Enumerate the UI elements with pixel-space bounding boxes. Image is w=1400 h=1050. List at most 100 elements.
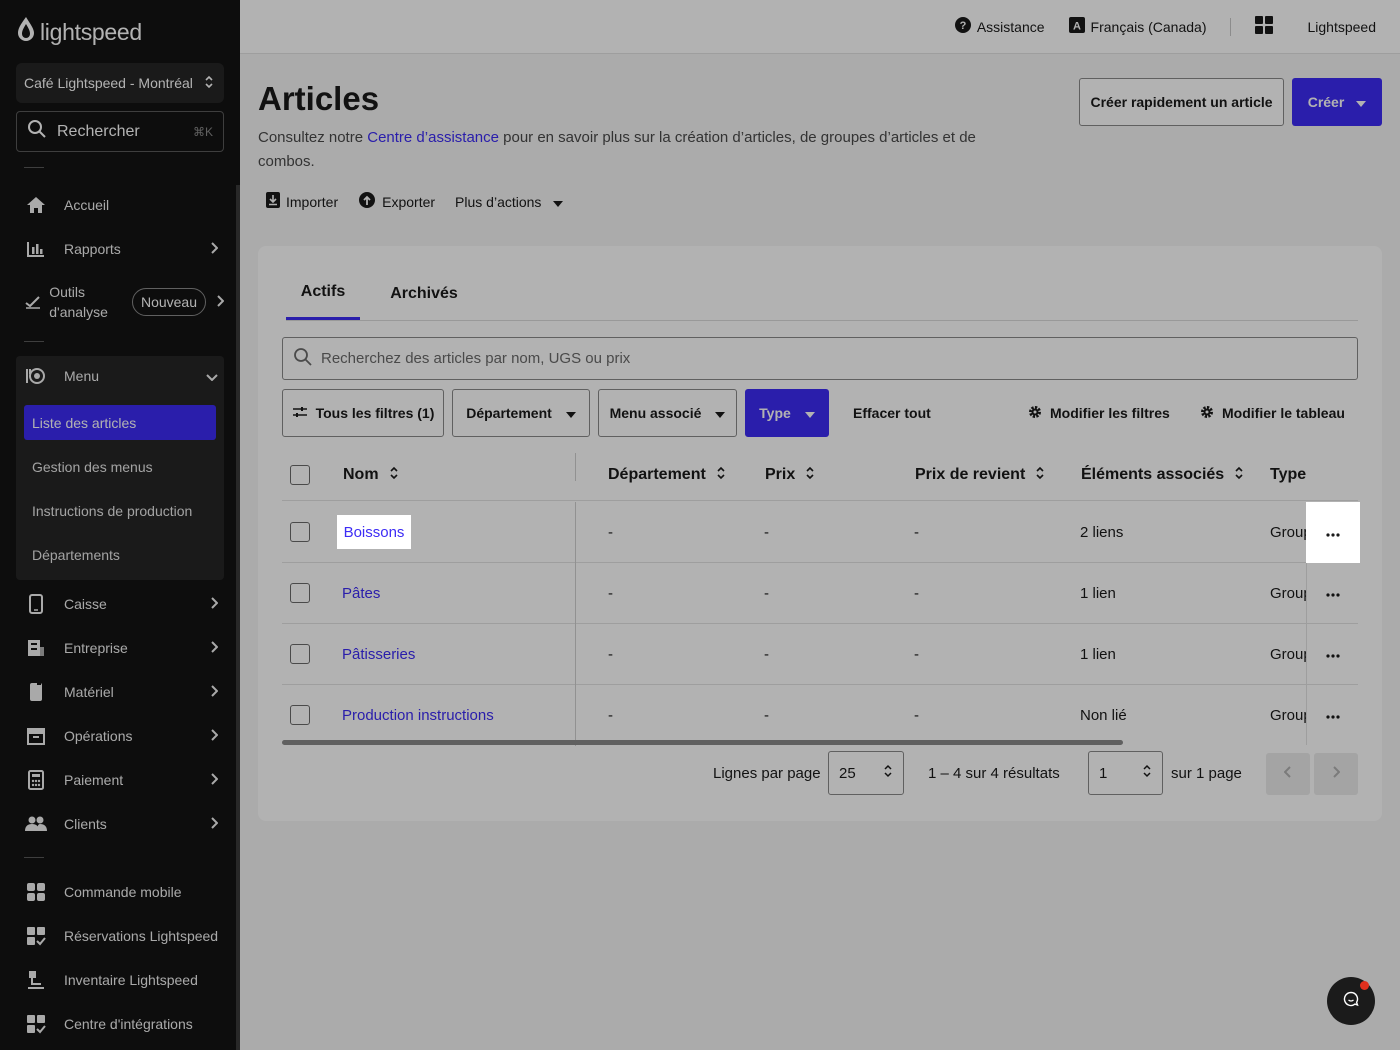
row-checkbox[interactable] [290, 502, 310, 562]
col-type[interactable]: Type [1270, 449, 1306, 501]
sidebar-sub-departments[interactable]: Départements [24, 537, 216, 572]
edit-table-button[interactable]: Modifier le tableau [1200, 389, 1345, 437]
checkbox[interactable] [290, 644, 310, 664]
checkbox[interactable] [290, 465, 310, 485]
row-checkbox[interactable] [290, 563, 310, 623]
sort-icon [805, 465, 815, 486]
sidebar-item-reports[interactable]: Rapports [16, 229, 224, 269]
table-row[interactable]: Pâtes - - - 1 lien Groupe [282, 563, 1358, 624]
language-selector[interactable]: A Français (Canada) [1068, 17, 1206, 36]
sidebar-item-hardware[interactable]: Matériel [16, 672, 224, 712]
caret-down-icon [565, 405, 576, 421]
type-filter[interactable]: Type [745, 389, 829, 437]
item-link[interactable]: Boissons [344, 524, 405, 541]
sidebar-item-analytics[interactable]: Outils d'analyse Nouveau [16, 280, 225, 324]
apps-grid-icon [1255, 16, 1274, 37]
row-checkbox[interactable] [290, 685, 310, 745]
highlighted-item-link[interactable]: Boissons [337, 515, 411, 549]
sidebar-item-menu[interactable]: Menu [16, 356, 224, 396]
menu-filter[interactable]: Menu associé [598, 389, 737, 437]
department-filter[interactable]: Département [452, 389, 590, 437]
sidebar-item-reservations[interactable]: Réservations Lightspeed [16, 916, 224, 956]
sidebar-sub-items-list[interactable]: Liste des articles [24, 405, 216, 440]
clear-all-button[interactable]: Effacer tout [853, 389, 931, 437]
item-link[interactable]: Production instructions [342, 707, 494, 724]
item-name[interactable]: Production instructions [342, 685, 494, 745]
row-more-button[interactable] [1306, 624, 1358, 684]
search-icon [27, 119, 47, 144]
sidebar-item-mobile-order[interactable]: Commande mobile [16, 872, 224, 912]
sidebar-item-home[interactable]: Accueil [16, 185, 224, 225]
quick-create-button[interactable]: Créer rapidement un article [1079, 78, 1284, 126]
desc-text: Consultez notre [258, 129, 368, 146]
sidebar-label: Paiement [64, 772, 124, 788]
sidebar-label: Opérations [64, 728, 133, 744]
gear-icon [1200, 405, 1214, 422]
sidebar-item-integrations[interactable]: Centre d'intégrations [16, 1004, 224, 1044]
sidebar-sub-production-instructions[interactable]: Instructions de production [24, 493, 216, 528]
sidebar-item-pos[interactable]: Caisse [16, 584, 224, 624]
col-label: Éléments associés [1081, 466, 1225, 483]
select-all-checkbox[interactable] [290, 449, 310, 501]
chevron-right-icon [216, 294, 225, 310]
tab-archived[interactable]: Archivés [380, 266, 468, 321]
item-link[interactable]: Pâtisseries [342, 646, 415, 663]
col-name[interactable]: Nom [343, 449, 399, 501]
checkbox[interactable] [290, 705, 310, 725]
account-menu[interactable]: Lightspeed [1307, 19, 1376, 35]
export-button[interactable]: Exporter [358, 192, 435, 211]
checkbox[interactable] [290, 522, 310, 542]
col-price[interactable]: Prix [765, 449, 815, 501]
tablet-icon [16, 594, 56, 614]
col-cost[interactable]: Prix de revient [915, 449, 1045, 501]
sliders-icon [292, 405, 308, 421]
col-linked[interactable]: Éléments associés [1081, 449, 1244, 501]
next-page-button[interactable] [1314, 753, 1358, 795]
import-button[interactable]: Importer [266, 192, 338, 211]
more-actions-button[interactable]: Plus d’actions [455, 194, 564, 210]
table-row[interactable]: Boissons - - - 2 liens Groupe [282, 502, 1358, 563]
menu-filter-label: Menu associé [609, 405, 702, 421]
row-checkbox[interactable] [290, 624, 310, 684]
item-name[interactable]: Pâtisseries [342, 624, 415, 684]
divider [24, 857, 44, 858]
highlighted-more-button[interactable] [1306, 502, 1360, 563]
sidebar-item-inventory[interactable]: Inventaire Lightspeed [16, 960, 224, 1000]
help-link[interactable]: ? Assistance [954, 17, 1045, 36]
sidebar-item-company[interactable]: Entreprise [16, 628, 224, 668]
item-cost: - [914, 645, 919, 663]
col-label: Nom [343, 466, 379, 483]
table-horizontal-scrollbar[interactable] [282, 740, 1123, 745]
lightspeed-logo[interactable]: lightspeed [16, 16, 142, 49]
prev-page-button[interactable] [1266, 753, 1310, 795]
edit-filters-button[interactable]: Modifier les filtres [1028, 389, 1170, 437]
location-switcher[interactable]: Café Lightspeed - Montréal [16, 63, 224, 103]
col-department[interactable]: Département [608, 449, 726, 501]
chat-button[interactable] [1327, 977, 1375, 1025]
page-select[interactable]: 1 [1088, 751, 1163, 795]
search-field[interactable] [321, 350, 1221, 367]
help-center-link[interactable]: Centre d’assistance [367, 129, 499, 146]
rows-per-page-select[interactable]: 25 [828, 751, 904, 795]
item-link[interactable]: Pâtes [342, 585, 380, 602]
checkbox[interactable] [290, 583, 310, 603]
sidebar-sub-menu-management[interactable]: Gestion des menus [24, 449, 216, 484]
table-row[interactable]: Production instructions - - - Non lié Gr… [282, 685, 1358, 746]
items-search-input[interactable] [282, 337, 1358, 380]
sidebar-item-clients[interactable]: Clients [16, 804, 224, 844]
create-button[interactable]: Créer [1292, 78, 1382, 126]
row-more-button[interactable] [1306, 563, 1358, 623]
row-more-button[interactable] [1306, 685, 1358, 745]
tab-active[interactable]: Actifs [286, 266, 360, 320]
col-label: Département [608, 466, 706, 483]
chevron-right-icon [210, 596, 219, 612]
apps-menu[interactable] [1255, 16, 1274, 37]
table-row[interactable]: Pâtisseries - - - 1 lien Groupe [282, 624, 1358, 685]
updown-chevron-icon [1142, 763, 1152, 783]
sidebar-item-operations[interactable]: Opérations [16, 716, 224, 756]
sidebar-search[interactable]: Rechercher ⌘K [16, 111, 224, 152]
updown-chevron-icon [883, 763, 893, 783]
sidebar-item-payment[interactable]: Paiement [16, 760, 224, 800]
item-name[interactable]: Pâtes [342, 563, 380, 623]
all-filters-button[interactable]: Tous les filtres (1) [282, 389, 444, 437]
